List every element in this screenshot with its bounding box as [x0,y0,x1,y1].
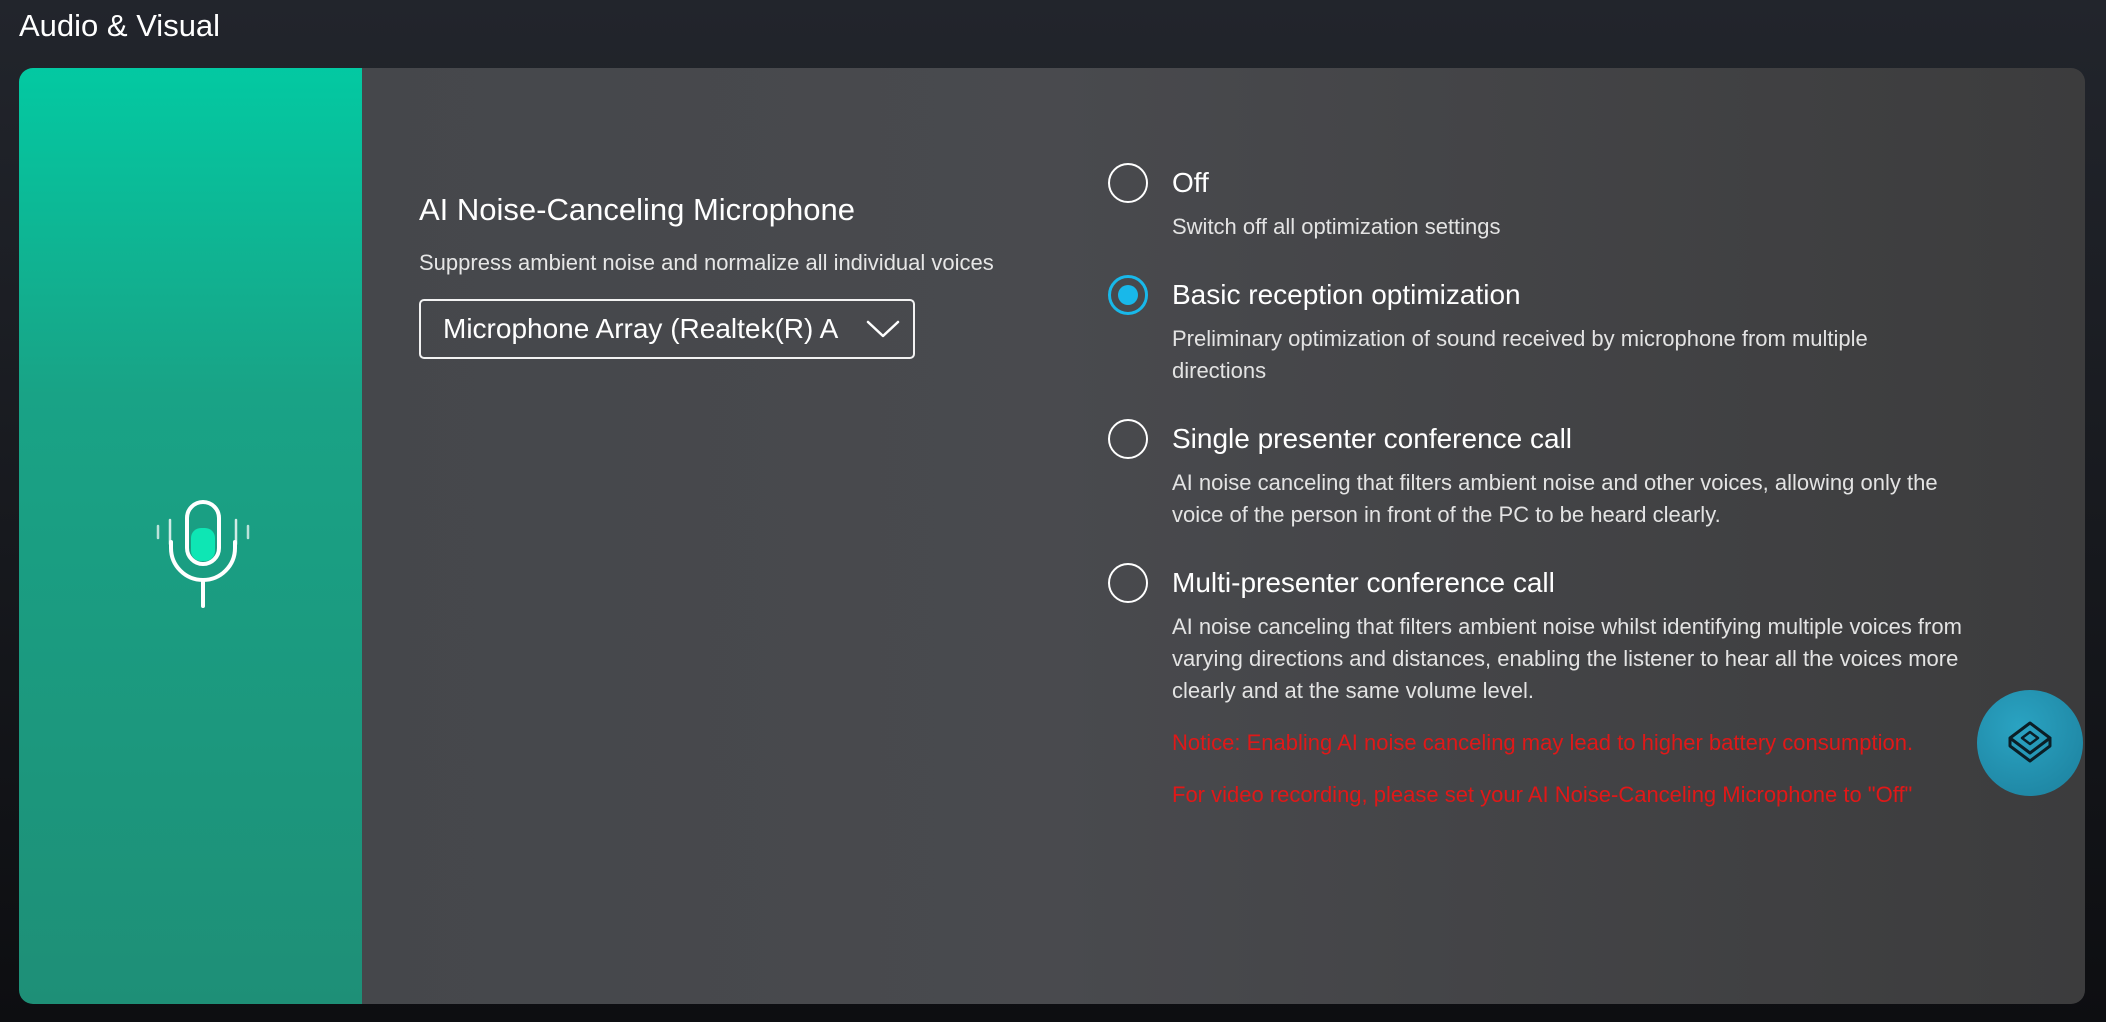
radio-off[interactable] [1108,163,1148,203]
option-label: Multi-presenter conference call [1172,567,1555,598]
option-label: Basic reception optimization [1172,279,1521,310]
noise-canceling-section: AI Noise-Canceling Microphone Suppress a… [419,192,1059,359]
option-single-presenter[interactable]: Single presenter conference call AI nois… [1108,419,1968,531]
battery-notice: Notice: Enabling AI noise canceling may … [1172,730,1914,755]
section-title: AI Noise-Canceling Microphone [419,192,855,227]
option-label: Single presenter conference call [1172,423,1573,454]
radio-basic-reception[interactable] [1108,275,1148,315]
section-description: Suppress ambient noise and normalize all… [419,250,994,275]
optimization-options: Off Switch off all optimization settings… [1108,163,1968,843]
microphone-device-select[interactable]: Microphone Array (Realtek(R) A [419,299,915,359]
option-description: AI noise canceling that filters ambient … [1172,470,1938,527]
radio-single-presenter[interactable] [1108,419,1148,459]
settings-card: AI Noise-Canceling Microphone Suppress a… [19,68,2085,1004]
device-select-value: Microphone Array (Realtek(R) A [443,313,839,344]
option-label: Off [1172,167,1209,198]
option-off[interactable]: Off Switch off all optimization settings [1108,163,1968,243]
option-description: Switch off all optimization settings [1172,214,1501,239]
radio-multi-presenter[interactable] [1108,563,1148,603]
settings-content: AI Noise-Canceling Microphone Suppress a… [362,68,2085,1004]
option-description: Preliminary optimization of sound receiv… [1172,326,1868,383]
video-recording-notice: For video recording, please set your AI … [1172,782,1913,807]
chevron-down-icon [866,320,900,338]
feature-panel [19,68,362,1004]
microphone-icon [156,500,250,608]
page-title: Audio & Visual [19,8,221,43]
option-multi-presenter[interactable]: Multi-presenter conference call AI noise… [1108,563,1968,811]
option-description: AI noise canceling that filters ambient … [1172,614,1962,703]
cube-icon [2008,721,2052,763]
floating-action-button[interactable] [1977,690,2083,796]
option-basic-reception[interactable]: Basic reception optimization Preliminary… [1108,275,1968,387]
